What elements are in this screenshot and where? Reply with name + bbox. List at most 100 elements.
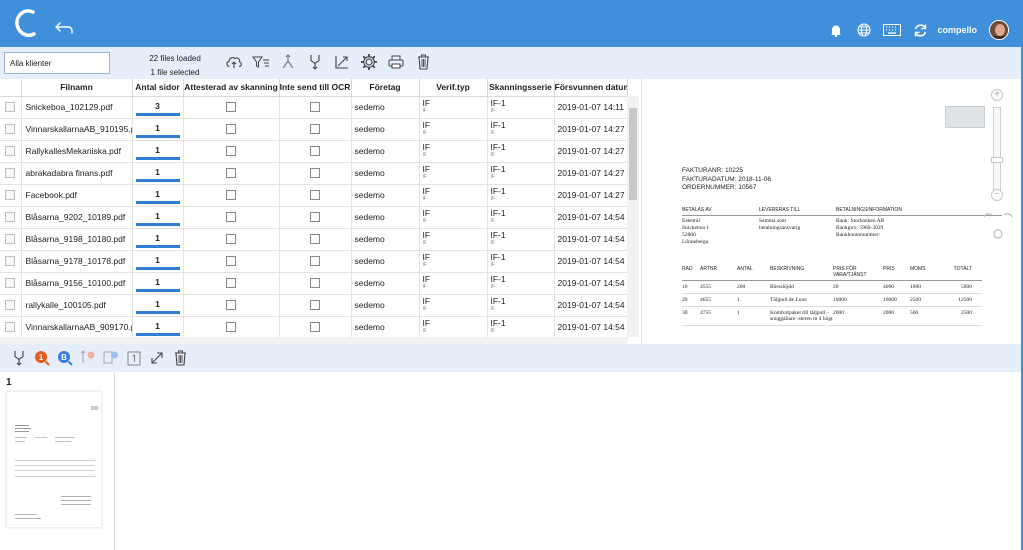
company-cell[interactable]: sedemo (351, 272, 420, 295)
row-select-cell[interactable] (0, 96, 22, 119)
row-select-cell[interactable] (0, 118, 22, 141)
avatar[interactable] (989, 20, 1009, 40)
row-select-checkbox[interactable] (5, 212, 16, 223)
table-row[interactable]: Facebook.pdf 1 sedemo IF IF IF-1 IF 2019-01-07 … (0, 184, 628, 207)
expand-icon[interactable] (148, 349, 166, 367)
cloud-upload-icon[interactable] (224, 52, 244, 72)
user-name[interactable]: compello (937, 25, 977, 35)
rotate-left-icon[interactable] (983, 213, 993, 218)
column-header-filename[interactable]: Filnamn (21, 79, 133, 97)
client-select[interactable]: Alla klienter (4, 52, 110, 74)
row-select-checkbox[interactable] (5, 102, 16, 113)
row-select-cell[interactable] (0, 250, 22, 273)
filename-cell[interactable]: VinnarskallarnaAB_909170.pdf (21, 316, 133, 339)
select-column-header[interactable] (0, 79, 22, 97)
row-select-cell[interactable] (0, 162, 22, 185)
no-ocr-checkbox[interactable] (310, 124, 320, 135)
scan-series-cell[interactable]: IF-1 IF (487, 206, 555, 229)
verif-type-cell[interactable]: IF IF (419, 140, 488, 163)
back-icon[interactable] (54, 22, 74, 34)
attested-checkbox[interactable] (226, 322, 236, 333)
split-icon[interactable] (278, 52, 298, 72)
table-row[interactable]: abrakadabra finans.pdf 1 sedemo IF IF IF-1 IF 2… (0, 162, 628, 185)
zoom-slider-handle[interactable] (991, 157, 1003, 163)
settings-icon[interactable] (359, 52, 379, 72)
no-ocr-checkbox[interactable] (310, 102, 320, 113)
page-thumbnail[interactable] (6, 391, 102, 528)
row-select-checkbox[interactable] (5, 322, 16, 333)
row-select-checkbox[interactable] (5, 190, 16, 201)
scan-series-cell[interactable]: IF-1 IF (487, 118, 555, 141)
table-row[interactable]: VinnarskallarnaAB_909170.pdf 1 sedemo IF IF I… (0, 316, 628, 339)
delete-icon[interactable] (413, 52, 433, 72)
filename-cell[interactable]: rallykalle_100105.pdf (21, 294, 133, 317)
row-select-checkbox[interactable] (5, 300, 16, 311)
attested-checkbox[interactable] (226, 300, 236, 311)
scan-series-cell[interactable]: IF-1 IF (487, 316, 555, 339)
no-ocr-checkbox[interactable] (310, 322, 320, 333)
table-row[interactable]: Blåsarna_9156_10100.pdf 1 sedemo IF IF IF-1 IF… (0, 272, 628, 295)
verif-type-cell[interactable]: IF IF (419, 316, 488, 339)
company-cell[interactable]: sedemo (351, 162, 420, 185)
filename-cell[interactable]: Blåsarna_9178_10178.pdf (21, 250, 133, 273)
bell-icon[interactable] (827, 23, 845, 37)
table-row[interactable]: Snickeboa_102129.pdf 3 sedemo IF IF IF-1 IF 201… (0, 96, 628, 119)
row-select-cell[interactable] (0, 272, 22, 295)
no-ocr-checkbox[interactable] (310, 256, 320, 267)
table-row[interactable]: Blåsarna_9198_10180.pdf 1 sedemo IF IF IF-1 IF… (0, 228, 628, 251)
move-pages-icon[interactable] (102, 349, 120, 367)
ocr-b-icon[interactable]: B (56, 349, 74, 367)
company-cell[interactable]: sedemo (351, 316, 420, 339)
row-select-checkbox[interactable] (5, 234, 16, 245)
scan-icon[interactable] (332, 52, 352, 72)
scrollbar-thumb[interactable] (629, 108, 637, 200)
verif-type-cell[interactable]: IF IF (419, 162, 488, 185)
filename-cell[interactable]: RallykallesMekaniska.pdf (21, 140, 133, 163)
company-cell[interactable]: sedemo (351, 250, 420, 273)
zoom-in-icon[interactable]: + (991, 89, 1003, 101)
company-cell[interactable]: sedemo (351, 140, 420, 163)
scan-series-cell[interactable]: IF-1 IF (487, 250, 555, 273)
no-ocr-checkbox[interactable] (310, 234, 320, 245)
scan-series-cell[interactable]: IF-1 IF (487, 184, 555, 207)
scan-series-cell[interactable]: IF-1 IF (487, 228, 555, 251)
company-cell[interactable]: sedemo (351, 184, 420, 207)
scan-series-cell[interactable]: IF-1 IF (487, 162, 555, 185)
merge-icon[interactable] (305, 52, 325, 72)
attested-checkbox[interactable] (226, 146, 236, 157)
company-cell[interactable]: sedemo (351, 228, 420, 251)
row-select-cell[interactable] (0, 316, 22, 339)
company-cell[interactable]: sedemo (351, 96, 420, 119)
attested-checkbox[interactable] (226, 124, 236, 135)
attested-checkbox[interactable] (226, 212, 236, 223)
table-row[interactable]: VinnarskallarnaAB_910195.pdf 1 sedemo IF IF I… (0, 118, 628, 141)
no-ocr-checkbox[interactable] (310, 168, 320, 179)
company-cell[interactable]: sedemo (351, 294, 420, 317)
verif-type-cell[interactable]: IF IF (419, 250, 488, 273)
verif-type-cell[interactable]: IF IF (419, 96, 488, 119)
scan-series-cell[interactable]: IF-1 IF (487, 140, 555, 163)
verif-type-cell[interactable]: IF IF (419, 184, 488, 207)
verif-type-cell[interactable]: IF IF (419, 294, 488, 317)
print-icon[interactable] (386, 52, 406, 72)
row-select-checkbox[interactable] (5, 146, 16, 157)
filename-cell[interactable]: VinnarskallarnaAB_910195.pdf (21, 118, 133, 141)
filename-cell[interactable]: Blåsarna_9156_10100.pdf (21, 272, 133, 295)
filename-cell[interactable]: abrakadabra finans.pdf (21, 162, 133, 185)
row-select-cell[interactable] (0, 206, 22, 229)
no-ocr-checkbox[interactable] (310, 190, 320, 201)
filename-cell[interactable]: Blåsarna_9198_10180.pdf (21, 228, 133, 251)
no-ocr-checkbox[interactable] (310, 212, 320, 223)
table-row[interactable]: rallykalle_100105.pdf 1 sedemo IF IF IF-1 IF 20… (0, 294, 628, 317)
table-row[interactable]: RallykallesMekaniska.pdf 1 sedemo IF IF IF-1 I… (0, 140, 628, 163)
zoom-slider[interactable] (993, 107, 1001, 193)
attested-checkbox[interactable] (226, 102, 236, 113)
column-header-pages[interactable]: Antal sidor (132, 79, 184, 97)
attested-checkbox[interactable] (226, 234, 236, 245)
scan-series-cell[interactable]: IF-1 IF (487, 272, 555, 295)
attested-checkbox[interactable] (226, 256, 236, 267)
column-header-attested[interactable]: Attesterad av skanning (183, 79, 280, 97)
filter-icon[interactable] (251, 52, 271, 72)
globe-icon[interactable] (855, 23, 873, 37)
row-select-cell[interactable] (0, 184, 22, 207)
